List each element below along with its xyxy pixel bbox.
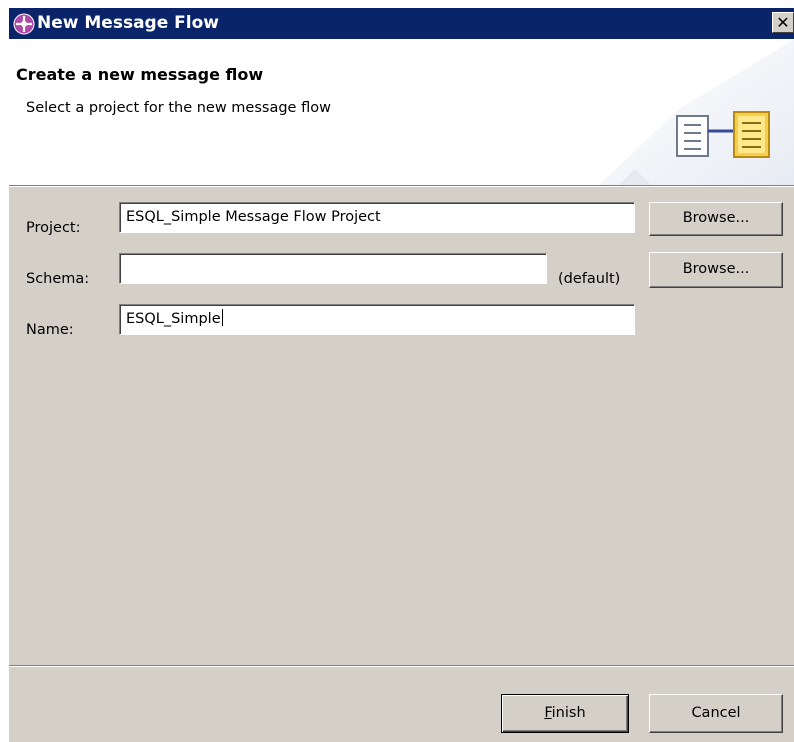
schema-label: Schema: (26, 271, 90, 287)
header-separator (9, 185, 794, 187)
page-description: Select a project for the new message flo… (26, 100, 331, 116)
name-input[interactable]: ESQL_Simple (119, 304, 635, 335)
window-title: New Message Flow (37, 13, 219, 33)
schema-input[interactable] (119, 253, 547, 284)
project-label: Project: (26, 220, 81, 236)
toolkit-app-icon (13, 13, 35, 35)
text-caret (221, 309, 223, 326)
schema-default-text: (default) (558, 271, 621, 287)
new-message-flow-dialog: New Message Flow ✕ Create a new message … (8, 8, 794, 742)
name-label: Name: (26, 322, 74, 338)
schema-browse-button[interactable]: Browse... (649, 252, 783, 288)
cancel-button[interactable]: Cancel (649, 694, 783, 733)
close-button[interactable]: ✕ (772, 12, 794, 33)
close-icon: ✕ (776, 13, 790, 32)
finish-button[interactable]: Finish (501, 694, 629, 733)
message-flow-wizard-icon (676, 111, 770, 158)
finish-mnemonic: F (544, 705, 552, 721)
page-heading: Create a new message flow (16, 65, 264, 84)
name-input-value: ESQL_Simple (126, 311, 221, 327)
project-input[interactable]: ESQL_Simple Message Flow Project (119, 202, 635, 233)
footer-separator (9, 665, 794, 667)
wizard-header: Create a new message flow Select a proje… (9, 39, 794, 185)
finish-label-rest: inish (551, 705, 586, 721)
title-bar[interactable]: New Message Flow ✕ (9, 8, 794, 39)
project-browse-button[interactable]: Browse... (649, 202, 783, 236)
